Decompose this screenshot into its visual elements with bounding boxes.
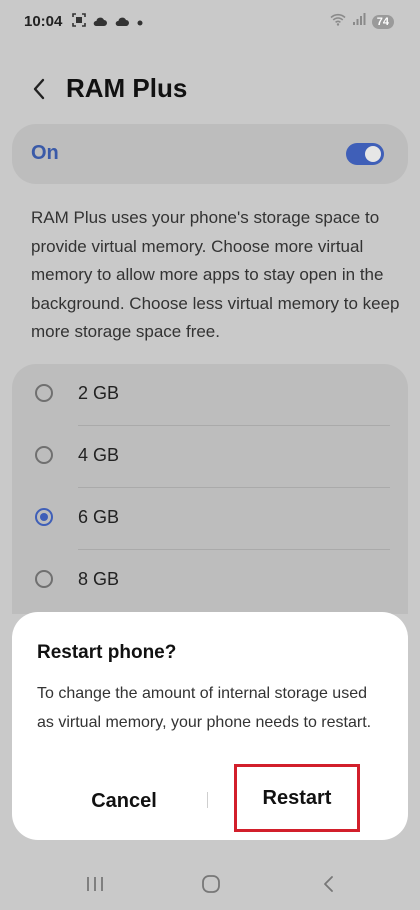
description-text: RAM Plus uses your phone's storage space… [31, 208, 400, 341]
dialog-message: To change the amount of internal storage… [37, 685, 372, 731]
option-label: 6 GB [78, 507, 120, 527]
memory-options-list: 2 GB 4 GB 6 GB 8 GB [12, 364, 408, 614]
chevron-left-icon [33, 78, 45, 100]
radio-button-selected[interactable] [35, 508, 53, 526]
option-label: 8 GB [78, 569, 120, 589]
wifi-icon [330, 13, 346, 31]
restart-dialog: Restart phone? To change the amount of i… [12, 612, 408, 840]
cancel-button[interactable]: Cancel [78, 784, 170, 818]
screenshot-icon [72, 13, 86, 32]
switch-knob [365, 146, 381, 162]
radio-button[interactable] [35, 384, 53, 402]
status-icons-left [72, 13, 144, 32]
nav-back-button[interactable] [315, 872, 343, 896]
dialog-title: Restart phone? [37, 642, 177, 663]
back-button[interactable] [24, 74, 54, 104]
status-bar: 10:04 74 [0, 0, 420, 44]
option-2gb[interactable]: 2 GB [12, 364, 408, 426]
button-separator [207, 792, 208, 808]
battery-icon: 74 [371, 15, 394, 29]
navigation-bar [0, 860, 420, 910]
radio-button[interactable] [35, 446, 53, 464]
option-4gb[interactable]: 4 GB [12, 426, 408, 488]
cloud-icon [92, 14, 108, 32]
option-label: 2 GB [78, 383, 120, 403]
toggle-label: On [31, 142, 59, 164]
back-icon [324, 876, 333, 892]
ram-plus-switch[interactable] [346, 143, 384, 165]
signal-icon [352, 13, 366, 31]
recents-icon [87, 877, 103, 891]
option-8gb[interactable]: 8 GB [12, 550, 408, 612]
home-icon [202, 875, 220, 893]
recents-button[interactable] [81, 872, 109, 896]
status-icons-right: 74 [330, 13, 394, 31]
cloud-icon [114, 14, 130, 32]
radio-button[interactable] [35, 570, 53, 588]
app-bar: RAM Plus [0, 64, 420, 116]
home-button[interactable] [197, 872, 225, 896]
option-label: 4 GB [78, 445, 120, 465]
option-6gb[interactable]: 6 GB [12, 488, 408, 550]
dot-icon [136, 14, 144, 32]
ram-plus-toggle-row[interactable]: On [12, 124, 408, 184]
restart-button[interactable]: Restart [234, 764, 360, 832]
status-time: 10:04 [24, 13, 63, 30]
page-title: RAM Plus [66, 73, 188, 103]
